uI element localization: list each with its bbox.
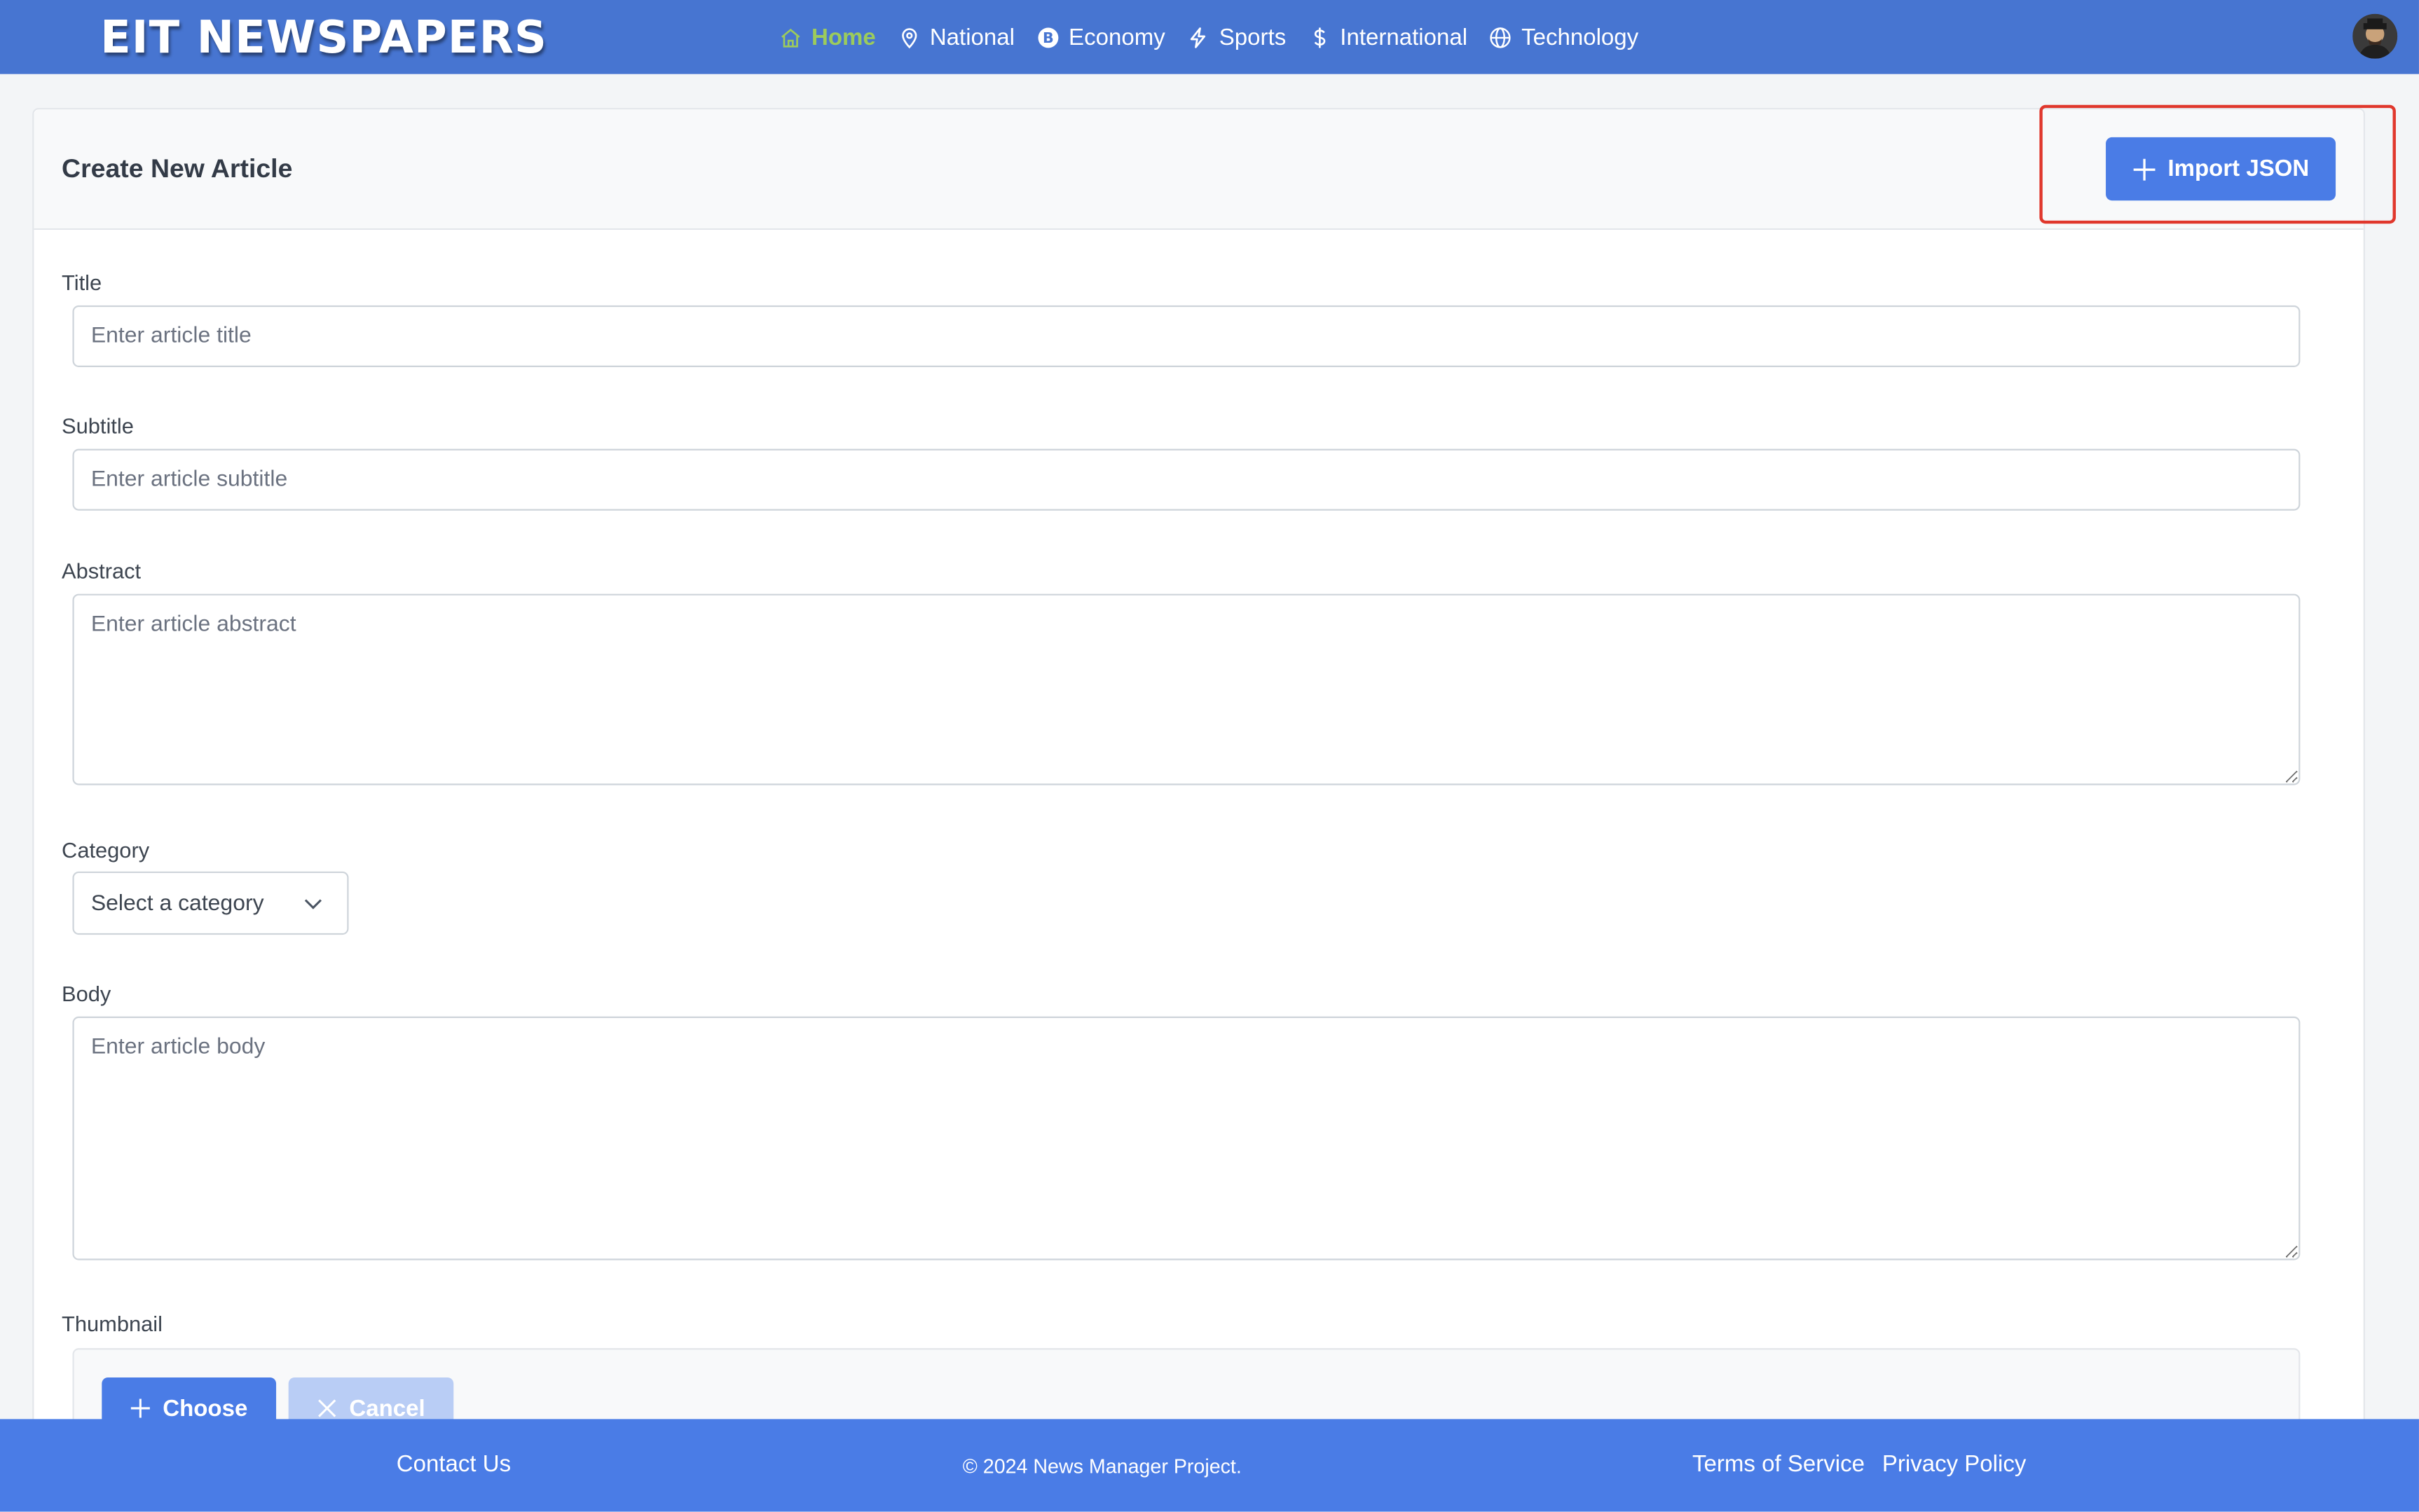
body-label: Body <box>62 981 111 1006</box>
nav-item-economy[interactable]: B Economy <box>1036 24 1165 50</box>
main-nav: Home National B Economy Sports Internati… <box>779 0 1660 74</box>
privacy-policy-link[interactable]: Privacy Policy <box>1882 1452 2027 1478</box>
lightning-icon <box>1191 27 1206 48</box>
nav-item-national[interactable]: National <box>898 24 1015 50</box>
card-header: Create New Article Import JSON <box>34 109 2364 231</box>
bitcoin-icon: B <box>1037 27 1058 48</box>
map-pin-icon <box>901 27 917 48</box>
thumbnail-label: Thumbnail <box>62 1311 163 1336</box>
subtitle-label: Subtitle <box>62 413 134 439</box>
top-navbar: EIT NEWSPAPERS Home National B Economy S… <box>0 0 2419 74</box>
globe-icon <box>1490 27 1512 48</box>
choose-label: Choose <box>163 1395 248 1422</box>
svg-text:B: B <box>1042 29 1053 46</box>
nav-label: Technology <box>1521 24 1639 50</box>
abstract-label: Abstract <box>62 558 142 584</box>
nav-item-international[interactable]: International <box>1308 24 1467 50</box>
title-label: Title <box>62 270 102 295</box>
plus-icon <box>131 1398 151 1418</box>
home-icon <box>781 27 800 47</box>
abstract-textarea[interactable] <box>72 593 2301 785</box>
category-label: Category <box>62 837 150 862</box>
user-avatar[interactable] <box>2352 13 2398 59</box>
user-avatar-icon <box>2352 13 2398 59</box>
nav-label: Economy <box>1069 24 1165 50</box>
terms-of-service-link[interactable]: Terms of Service <box>1692 1452 1865 1478</box>
nav-item-technology[interactable]: Technology <box>1489 24 1638 50</box>
cancel-label: Cancel <box>349 1395 425 1422</box>
nav-label: Sports <box>1219 24 1287 50</box>
nav-item-sports[interactable]: Sports <box>1187 24 1287 50</box>
nav-label: International <box>1340 24 1468 50</box>
title-input[interactable] <box>72 305 2301 367</box>
contact-us-link[interactable]: Contact Us <box>397 1452 511 1478</box>
subtitle-input[interactable] <box>72 448 2301 511</box>
brand-logo[interactable]: EIT NEWSPAPERS <box>100 9 547 64</box>
nav-item-home[interactable]: Home <box>779 24 876 50</box>
category-select-value: Select a category <box>90 891 264 916</box>
close-icon <box>318 1399 337 1417</box>
nav-label: Home <box>811 24 876 50</box>
dollar-icon <box>1313 27 1325 48</box>
category-select[interactable]: Select a category <box>72 871 349 935</box>
page-title: Create New Article <box>62 154 293 184</box>
nav-label: National <box>929 24 1015 50</box>
body-textarea[interactable] <box>72 1016 2301 1260</box>
chevron-down-icon <box>304 899 322 909</box>
copyright-text: © 2024 News Manager Project. <box>962 1455 1242 1478</box>
footer: Contact Us © 2024 News Manager Project. … <box>0 1419 2419 1512</box>
highlight-box <box>2039 104 2396 224</box>
